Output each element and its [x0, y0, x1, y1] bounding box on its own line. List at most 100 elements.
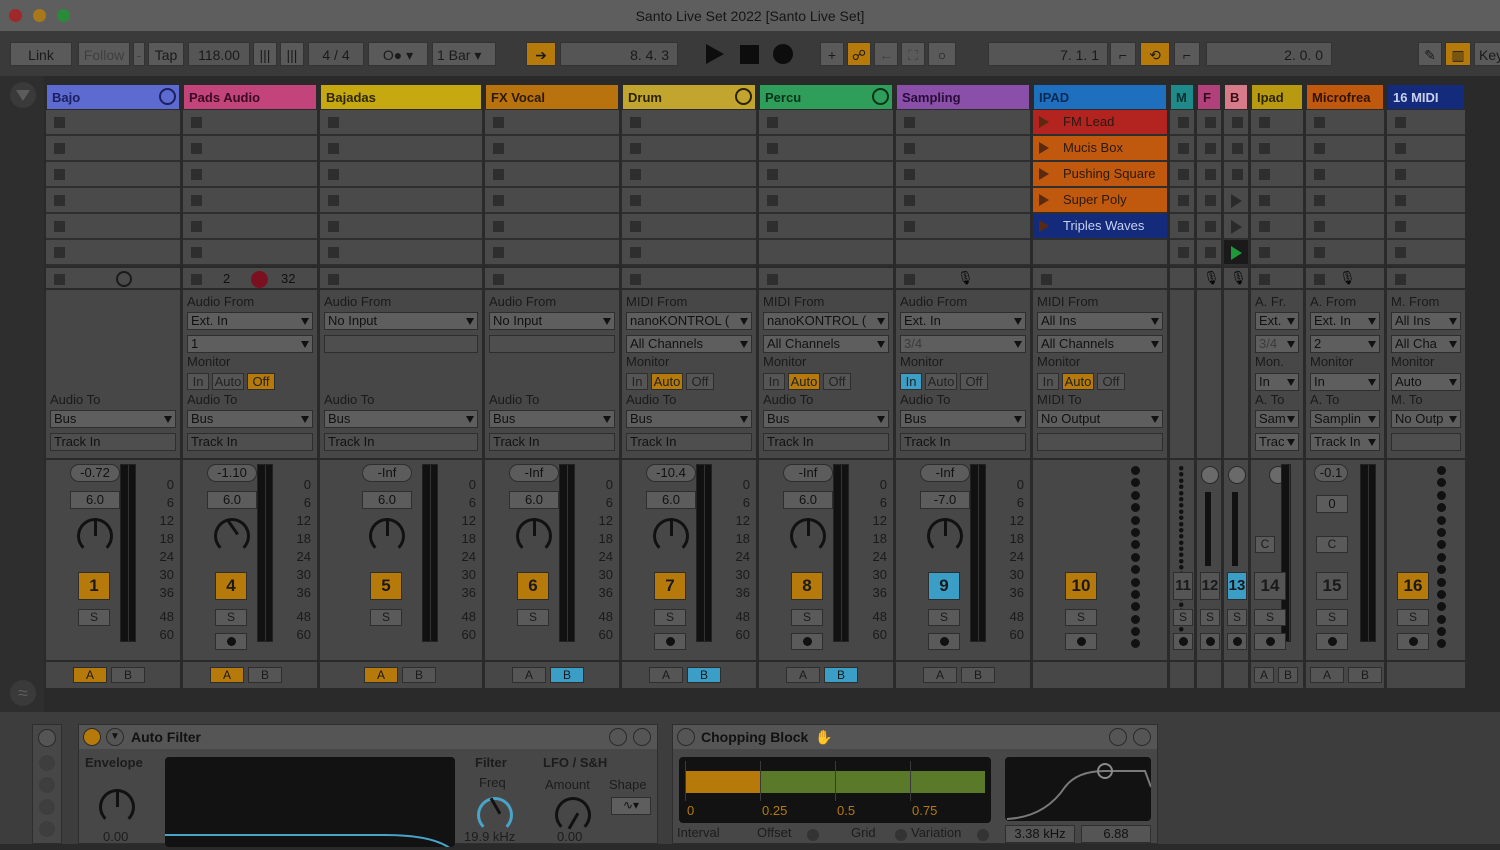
monitor-in-button[interactable]: In — [187, 373, 209, 390]
clip-slot[interactable] — [759, 240, 893, 266]
clip-slot[interactable] — [759, 136, 893, 162]
clip-stop-icon[interactable] — [54, 247, 65, 258]
clip-slot[interactable] — [46, 188, 180, 214]
clip-slot[interactable] — [485, 110, 619, 136]
record-arm-button[interactable] — [1397, 633, 1429, 650]
record-arm-button[interactable] — [1254, 633, 1286, 650]
group-fold-icon[interactable] — [159, 88, 176, 105]
record-arm-button[interactable] — [654, 633, 686, 650]
track-activator-button[interactable]: 6 — [517, 572, 549, 600]
clip-stop-icon[interactable] — [328, 169, 339, 180]
stop-all-icon[interactable] — [1259, 274, 1270, 285]
clip-stop-icon[interactable] — [191, 143, 202, 154]
crossfade-b-button[interactable]: B — [111, 667, 145, 683]
clip-slot[interactable] — [896, 214, 1030, 240]
clip-stop-icon[interactable] — [54, 143, 65, 154]
output-channel-dropdown[interactable]: Track In — [1310, 433, 1380, 451]
clip-slot[interactable] — [485, 162, 619, 188]
chain-icon-2[interactable] — [39, 777, 55, 793]
clip-slot[interactable] — [1251, 240, 1303, 266]
clip-play-icon[interactable] — [1039, 116, 1049, 128]
crossfade-b-button[interactable]: B — [550, 667, 584, 683]
clip-slot[interactable] — [759, 162, 893, 188]
clip-stop-icon[interactable] — [328, 143, 339, 154]
record-arm-button[interactable] — [791, 633, 823, 650]
clip-slot[interactable] — [1170, 136, 1194, 162]
clip-slot[interactable] — [1224, 214, 1248, 240]
input-type-dropdown[interactable]: Ext. In — [187, 312, 313, 330]
clip-stop-icon[interactable] — [1395, 221, 1406, 232]
input-type-dropdown[interactable]: Ext. — [1255, 312, 1299, 330]
volume-field[interactable]: -Inf — [509, 464, 559, 482]
clip-stop-icon[interactable] — [767, 221, 778, 232]
crossfade-a-button[interactable]: A — [364, 667, 398, 683]
stop-button[interactable] — [740, 45, 759, 64]
overdub-button[interactable]: + — [820, 42, 844, 66]
clip-slot[interactable] — [1170, 214, 1194, 240]
volume-field[interactable]: -Inf — [920, 464, 970, 482]
device-power-button[interactable] — [677, 728, 695, 746]
clip-stop-icon[interactable] — [1205, 143, 1216, 154]
clip-slot[interactable] — [1170, 240, 1194, 266]
clip-slot[interactable] — [320, 214, 482, 240]
eq-freq-field[interactable]: 3.38 kHz — [1005, 825, 1075, 843]
clip-slot[interactable] — [1387, 214, 1465, 240]
output-type-dropdown[interactable]: Sam — [1255, 410, 1299, 428]
clip-slot[interactable] — [1197, 110, 1221, 136]
clip-play-icon[interactable] — [1039, 168, 1049, 180]
clip-stop-icon[interactable] — [328, 247, 339, 258]
clip-play-icon[interactable] — [1039, 142, 1049, 154]
clip-stop-icon[interactable] — [54, 221, 65, 232]
input-type-dropdown[interactable]: All Ins — [1037, 312, 1163, 330]
cue-button[interactable]: C — [1316, 536, 1348, 553]
clip-stop-icon[interactable] — [904, 117, 915, 128]
draw-mode-button[interactable]: ✎ — [1418, 42, 1442, 66]
clip-slot[interactable] — [622, 162, 756, 188]
output-channel-field[interactable]: Track In — [489, 433, 615, 451]
clip-stop-icon[interactable] — [54, 195, 65, 206]
volume-field[interactable]: -Inf — [783, 464, 833, 482]
clip-slot[interactable] — [485, 240, 619, 266]
stop-all-icon[interactable] — [767, 274, 778, 285]
clip-slot[interactable] — [896, 240, 1030, 266]
clip-slot[interactable] — [183, 136, 317, 162]
clip-slot[interactable] — [1170, 110, 1194, 136]
clip-slot[interactable]: Mucis Box — [1033, 136, 1167, 162]
clip-slot[interactable] — [320, 110, 482, 136]
track-activator-button[interactable]: 8 — [791, 572, 823, 600]
output-type-dropdown[interactable]: Bus — [187, 410, 313, 428]
track-activator-button[interactable]: 10 — [1065, 572, 1097, 600]
input-type-dropdown[interactable]: Ext. In — [900, 312, 1026, 330]
output-type-dropdown[interactable]: Bus — [489, 410, 615, 428]
clip-stop-icon[interactable] — [904, 195, 915, 206]
clip-stop-icon[interactable] — [767, 117, 778, 128]
monitor-dropdown[interactable]: In — [1310, 373, 1380, 391]
stop-all-icon[interactable] — [630, 274, 641, 285]
fold-icon[interactable] — [872, 88, 889, 105]
clip-slot[interactable] — [1251, 136, 1303, 162]
monitor-off-button[interactable]: Off — [1097, 373, 1125, 390]
input-type-dropdown[interactable]: All Ins — [1391, 312, 1461, 330]
stop-all-icon[interactable] — [191, 274, 202, 285]
clip-stop-icon[interactable] — [1178, 117, 1189, 128]
clip-slot[interactable] — [1197, 136, 1221, 162]
output-channel-field[interactable]: Track In — [626, 433, 752, 451]
clip-stop-icon[interactable] — [493, 247, 504, 258]
clip-slot[interactable] — [46, 136, 180, 162]
clip-stop-icon[interactable] — [328, 221, 339, 232]
midi-map-button[interactable]: ▥ — [1445, 42, 1471, 66]
play-button[interactable] — [706, 44, 724, 64]
chain-icon-1[interactable] — [39, 755, 55, 771]
clip-slot[interactable] — [1306, 110, 1384, 136]
clip-slot[interactable] — [46, 110, 180, 136]
eq-curve-graph[interactable] — [1005, 757, 1152, 821]
input-channel-dropdown[interactable]: All Cha — [1391, 335, 1461, 353]
envelope-knob[interactable] — [99, 789, 135, 825]
volume-field[interactable]: -0.1 — [1314, 464, 1348, 482]
clip-slot[interactable] — [1170, 188, 1194, 214]
clip-slot[interactable] — [320, 136, 482, 162]
track-activator-button[interactable]: 5 — [370, 572, 402, 600]
output-channel-field[interactable]: Track In — [187, 433, 313, 451]
clip-stop-icon[interactable] — [904, 221, 915, 232]
clip-stop-icon[interactable] — [1314, 195, 1325, 206]
